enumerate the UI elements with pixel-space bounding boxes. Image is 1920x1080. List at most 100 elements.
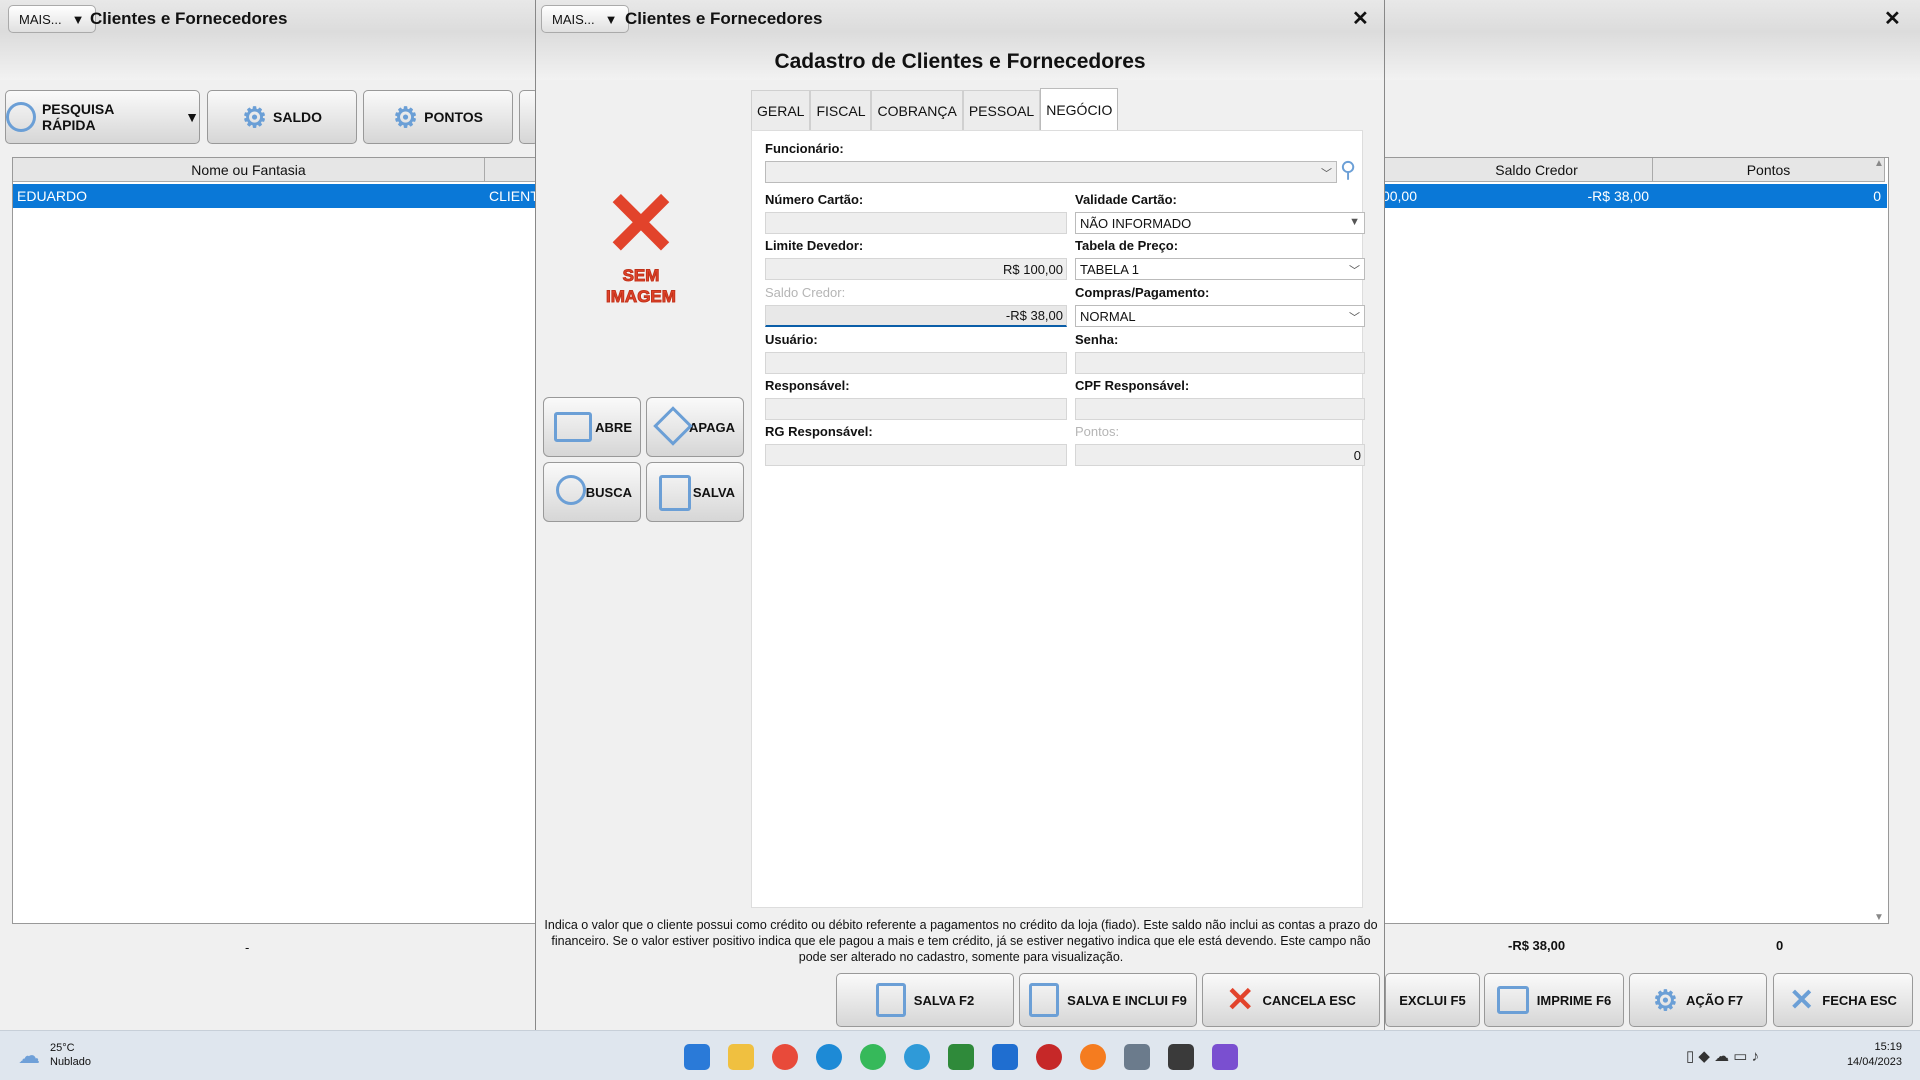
app-icon[interactable] bbox=[1036, 1044, 1062, 1070]
salva-button[interactable]: SALVA bbox=[646, 462, 744, 522]
salva-f2-button[interactable]: SALVA F2 bbox=[836, 973, 1014, 1027]
limite-devedor-field[interactable]: R$ 100,00 bbox=[765, 258, 1067, 280]
limite-devedor-label: Limite Devedor: bbox=[765, 238, 864, 253]
window-title: Clientes e Fornecedores bbox=[90, 9, 288, 28]
clock[interactable]: 15:19 14/04/2023 bbox=[1847, 1040, 1902, 1070]
no-image-x-icon: ✕ bbox=[603, 175, 679, 275]
whatsapp-icon[interactable] bbox=[860, 1044, 886, 1070]
edge-icon[interactable] bbox=[816, 1044, 842, 1070]
telegram-icon[interactable] bbox=[904, 1044, 930, 1070]
scroll-up-icon[interactable]: ▲ bbox=[1872, 158, 1886, 169]
mais-dropdown-button[interactable]: MAIS... ▼ bbox=[8, 5, 96, 33]
tab-cobranca[interactable]: COBRANÇA bbox=[871, 90, 963, 130]
pesquisa-rapida-button[interactable]: PESQUISA RÁPIDA ▼ bbox=[5, 90, 200, 144]
abre-button[interactable]: ABRE bbox=[543, 397, 641, 457]
salva-label: SALVA bbox=[692, 484, 735, 500]
validade-cartao-select[interactable]: NÃO INFORMADO ▼ bbox=[1075, 212, 1365, 234]
cell-pontos: 0 bbox=[1873, 188, 1881, 204]
column-header-saldo-credor[interactable]: Saldo Credor bbox=[1421, 158, 1653, 182]
dropdown-arrow-icon: ▼ bbox=[71, 11, 85, 27]
numero-cartao-label: Número Cartão: bbox=[765, 192, 864, 207]
salva-e-inclui-label: SALVA E INCLUI F9 bbox=[1067, 992, 1187, 1008]
app-icon[interactable] bbox=[1212, 1044, 1238, 1070]
cpf-responsavel-field[interactable] bbox=[1075, 398, 1365, 420]
search-icon bbox=[556, 475, 586, 505]
pontos-label: Pontos: bbox=[1075, 424, 1120, 439]
salva-f2-label: SALVA F2 bbox=[913, 992, 975, 1008]
file-explorer-icon[interactable] bbox=[728, 1044, 754, 1070]
exclui-label: EXCLUI F5 bbox=[1399, 992, 1466, 1008]
column-header-nome[interactable]: Nome ou Fantasia bbox=[13, 158, 485, 182]
compras-pagamento-select[interactable]: NORMAL ﹀ bbox=[1075, 305, 1365, 327]
pesquisa-rapida-label: PESQUISA RÁPIDA bbox=[41, 101, 114, 133]
usuario-field[interactable] bbox=[765, 352, 1067, 374]
cancela-button[interactable]: ✕ CANCELA ESC bbox=[1202, 973, 1380, 1027]
chevron-down-icon: ﹀ bbox=[1349, 265, 1360, 277]
search-icon bbox=[6, 102, 36, 132]
imprime-button[interactable]: IMPRIME F6 bbox=[1484, 973, 1624, 1027]
funcionario-select[interactable]: ﹀ bbox=[765, 161, 1337, 183]
active-app-icon[interactable] bbox=[1168, 1044, 1194, 1070]
saldo-credor-field[interactable]: -R$ 38,00 bbox=[765, 305, 1067, 327]
chevron-down-icon: ﹀ bbox=[1321, 168, 1332, 180]
tabela-preco-value: TABELA 1 bbox=[1080, 261, 1140, 277]
cadastro-modal: MAIS... ▼ Clientes e Fornecedores ✕ Cada… bbox=[535, 0, 1385, 1030]
apaga-label: APAGA bbox=[689, 419, 735, 435]
dropdown-arrow-icon: ▼ bbox=[185, 109, 199, 125]
page-title: Cadastro de Clientes e Fornecedores bbox=[774, 50, 1146, 73]
numero-cartao-field[interactable] bbox=[765, 212, 1067, 234]
senha-field[interactable] bbox=[1075, 352, 1365, 374]
responsavel-label: Responsável: bbox=[765, 378, 850, 393]
spreadsheet-icon[interactable] bbox=[948, 1044, 974, 1070]
busca-button[interactable]: BUSCA bbox=[543, 462, 641, 522]
responsavel-field[interactable] bbox=[765, 398, 1067, 420]
close-icon[interactable]: ✕ bbox=[1884, 6, 1901, 31]
salva-e-inclui-button[interactable]: SALVA E INCLUI F9 bbox=[1019, 973, 1197, 1027]
saldo-label: SALDO bbox=[273, 109, 323, 125]
column-header-pontos[interactable]: Pontos bbox=[1653, 158, 1885, 182]
exclui-button[interactable]: EXCLUI F5 bbox=[1385, 973, 1480, 1027]
acao-label: AÇÃO F7 bbox=[1686, 992, 1744, 1008]
rg-responsavel-label: RG Responsável: bbox=[765, 424, 873, 439]
mais-dropdown-button[interactable]: MAIS... ▼ bbox=[541, 5, 629, 33]
no-image-line-2: IMAGEM bbox=[606, 287, 677, 307]
mais-label: MAIS... bbox=[19, 11, 62, 27]
chrome-icon[interactable] bbox=[772, 1044, 798, 1070]
app-icon[interactable] bbox=[992, 1044, 1018, 1070]
folder-icon bbox=[554, 412, 592, 442]
saldo-button[interactable]: ⚙ SALDO bbox=[207, 90, 357, 144]
close-icon[interactable]: ✕ bbox=[1352, 6, 1369, 31]
weather-widget[interactable]: 25°C Nublado bbox=[50, 1041, 91, 1069]
printer-icon bbox=[1496, 986, 1529, 1014]
tab-pessoal[interactable]: PESSOAL bbox=[962, 90, 1041, 130]
apaga-button[interactable]: APAGA bbox=[646, 397, 744, 457]
tab-fiscal[interactable]: FISCAL bbox=[810, 90, 872, 130]
floppy-icon bbox=[659, 475, 691, 511]
tabela-preco-select[interactable]: TABELA 1 ﹀ bbox=[1075, 258, 1365, 280]
imprime-label: IMPRIME F6 bbox=[1536, 992, 1612, 1008]
saldo-credor-label: Saldo Credor: bbox=[765, 285, 846, 300]
chevron-down-icon: ﹀ bbox=[1349, 312, 1360, 324]
floppy-icon bbox=[1029, 983, 1060, 1017]
scroll-down-icon[interactable]: ▼ bbox=[1872, 912, 1886, 923]
tab-geral[interactable]: GERAL bbox=[751, 90, 811, 130]
rg-responsavel-field[interactable] bbox=[765, 444, 1067, 466]
firefox-icon[interactable] bbox=[1080, 1044, 1106, 1070]
fecha-label: FECHA ESC bbox=[1822, 992, 1897, 1008]
tab-negocio[interactable]: NEGÓCIO bbox=[1040, 88, 1119, 130]
tabela-preco-label: Tabela de Preço: bbox=[1075, 238, 1179, 253]
settings-icon[interactable] bbox=[1124, 1044, 1150, 1070]
windows-start-icon[interactable] bbox=[684, 1044, 710, 1070]
pontos-field[interactable]: 0 bbox=[1075, 444, 1365, 466]
clock-date: 14/04/2023 bbox=[1846, 1056, 1902, 1068]
acao-button[interactable]: ⚙ AÇÃO F7 bbox=[1629, 973, 1767, 1027]
pontos-label: PONTOS bbox=[424, 109, 483, 125]
pontos-button[interactable]: ⚙ PONTOS bbox=[363, 90, 513, 144]
fecha-button[interactable]: ✕ FECHA ESC bbox=[1773, 973, 1913, 1027]
search-icon[interactable]: ⚲ bbox=[1340, 157, 1366, 183]
eraser-icon bbox=[653, 406, 693, 446]
tray-icons[interactable]: ▯ ◆ ☁ ▭ ♪ bbox=[1686, 1047, 1759, 1065]
vertical-scrollbar[interactable]: ▲ ▼ bbox=[1872, 158, 1886, 923]
tab-bar: GERAL FISCAL COBRANÇA PESSOAL NEGÓCIO bbox=[751, 88, 1119, 130]
funcionario-label: Funcionário: bbox=[765, 141, 844, 156]
